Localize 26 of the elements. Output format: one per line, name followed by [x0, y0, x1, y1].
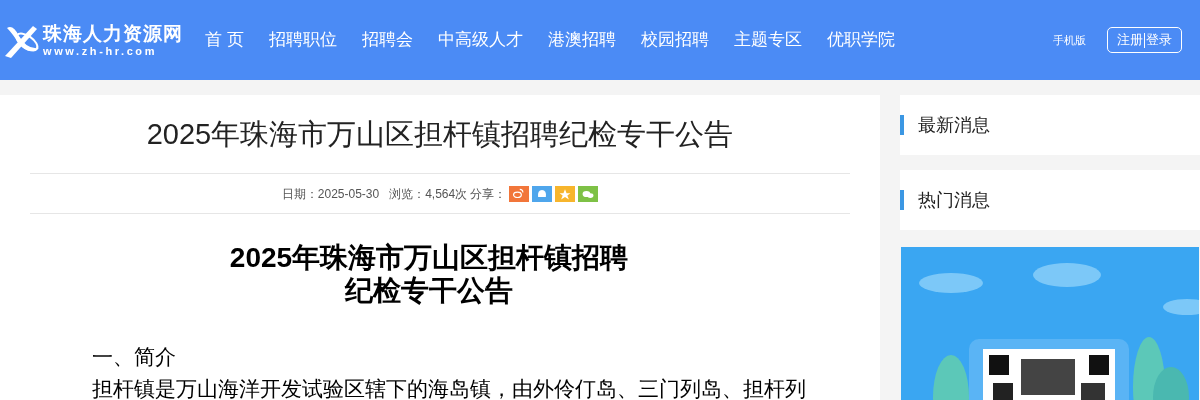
site-url: www.zh-hr.com	[43, 44, 159, 58]
register-link[interactable]: 注册	[1117, 30, 1143, 50]
article-paragraph: 担杆镇是万山海洋开发试验区辖下的海岛镇，由外伶仃岛、三门列岛、担杆列	[92, 376, 807, 400]
section-heading: 一、简介	[92, 344, 177, 370]
panel-title: 最新消息	[918, 113, 990, 137]
article-title: 2025年珠海市万山区担杆镇招聘纪检专干公告	[30, 95, 850, 174]
login-link[interactable]: 登录	[1146, 30, 1172, 50]
view-count: 浏览：4,564次	[389, 185, 468, 203]
nav-link[interactable]: 主题专区	[733, 27, 802, 53]
publish-date: 日期：2025-05-30	[281, 185, 380, 203]
nav-link[interactable]: 招聘会	[361, 27, 413, 53]
nav-link[interactable]: 优职学院	[826, 27, 895, 53]
article-heading: 2025年珠海市万山区担杆镇招聘	[229, 241, 629, 274]
wechat-share-button[interactable]	[578, 185, 599, 202]
qq-share-button[interactable]	[532, 185, 553, 202]
nav-link[interactable]: 港澳招聘	[547, 27, 616, 53]
article-heading: 纪检专干公告	[345, 274, 513, 307]
nav-link[interactable]: 首 页	[205, 27, 244, 53]
nav-link[interactable]: 校园招聘	[640, 27, 709, 53]
nav-link[interactable]: 中高级人才	[437, 27, 523, 53]
nav-link[interactable]: 招聘职位	[268, 27, 337, 53]
mobile-link[interactable]: 手机版	[1053, 31, 1086, 49]
share-label: 分享：	[470, 185, 507, 203]
site-name: 珠海人力资源网	[43, 22, 183, 45]
star-share-button[interactable]	[555, 185, 576, 202]
panel-title: 热门消息	[918, 188, 990, 212]
